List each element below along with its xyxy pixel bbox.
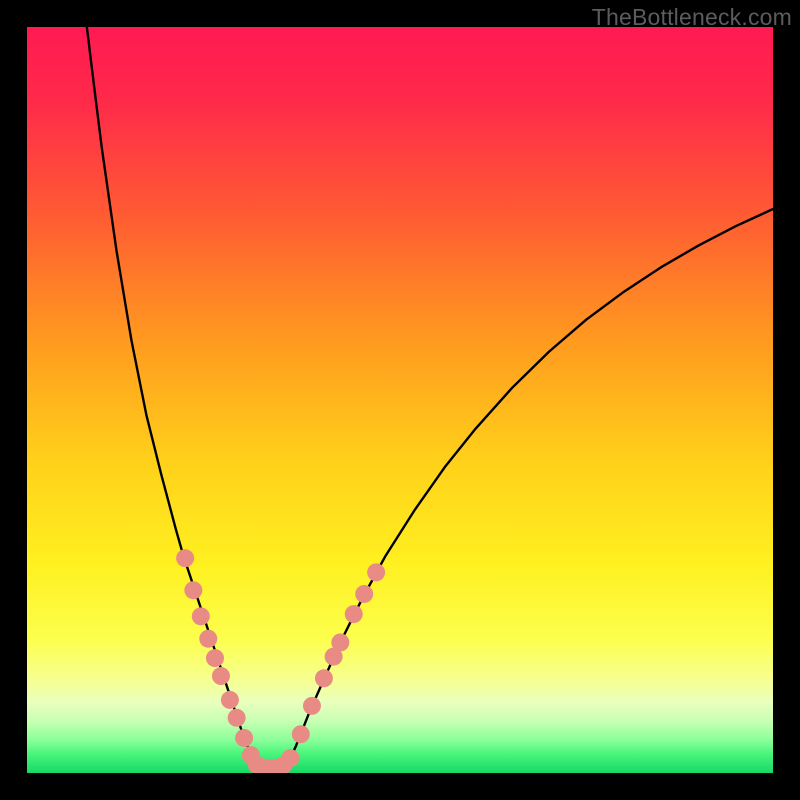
data-marker	[184, 581, 202, 599]
data-marker	[221, 691, 239, 709]
data-marker	[303, 697, 321, 715]
data-marker	[199, 630, 217, 648]
bottleneck-curve	[86, 27, 773, 769]
watermark-text: TheBottleneck.com	[592, 4, 792, 31]
data-marker	[315, 669, 333, 687]
chart-svg	[27, 27, 773, 773]
plot-area	[27, 27, 773, 773]
data-marker	[212, 667, 230, 685]
data-marker	[176, 549, 194, 567]
data-marker	[367, 563, 385, 581]
outer-frame: TheBottleneck.com	[0, 0, 800, 800]
data-marker	[192, 607, 210, 625]
data-marker	[292, 725, 310, 743]
data-marker	[355, 585, 373, 603]
data-marker	[206, 649, 224, 667]
data-marker	[235, 729, 253, 747]
data-marker	[281, 749, 299, 767]
data-marker	[228, 709, 246, 727]
data-marker	[345, 605, 363, 623]
data-marker	[331, 633, 349, 651]
